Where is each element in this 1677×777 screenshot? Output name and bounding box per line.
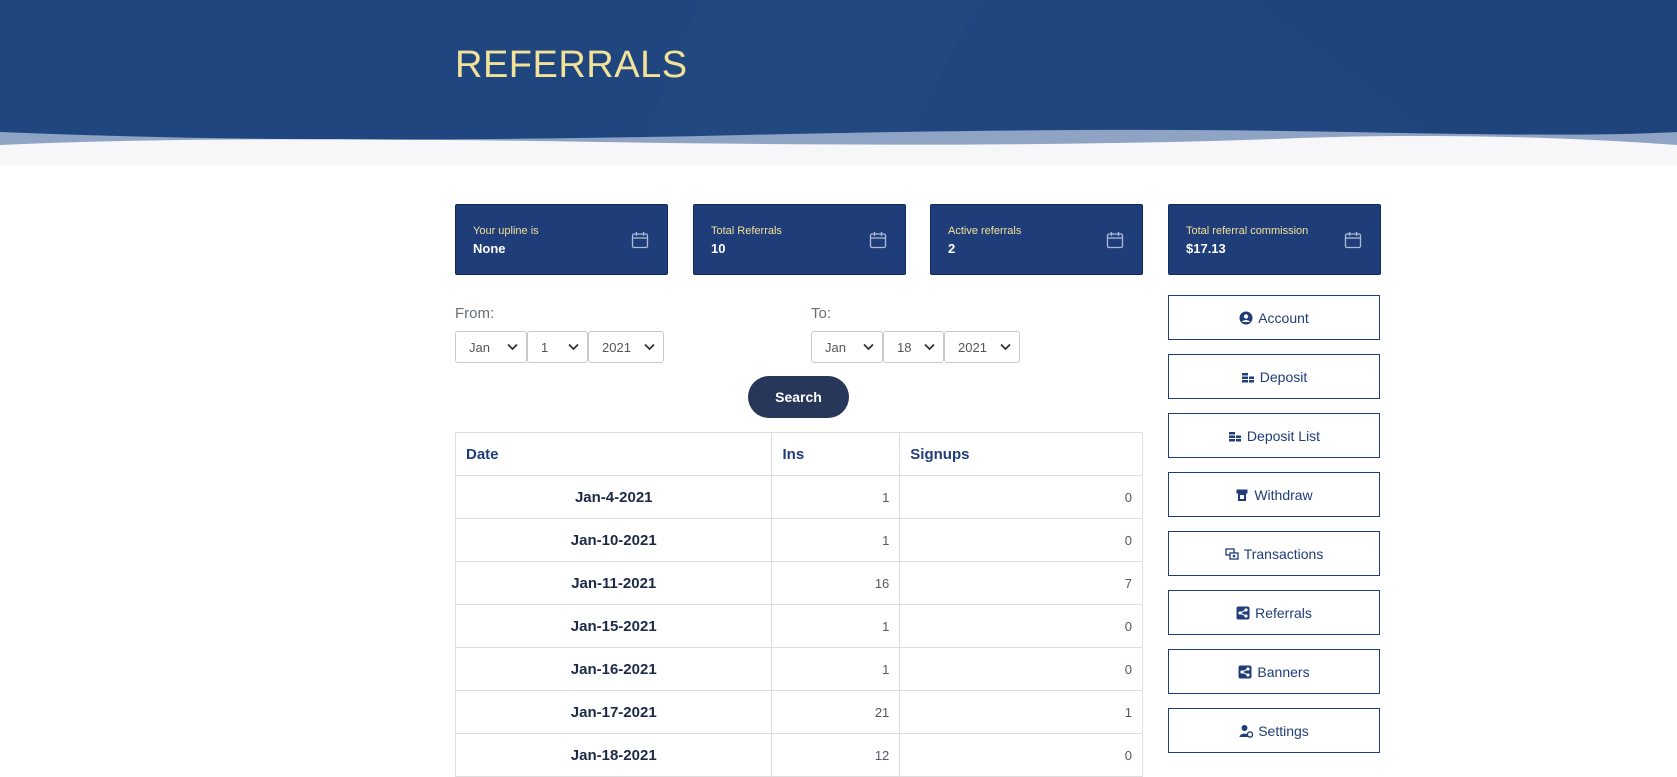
select-value: Jan	[825, 340, 846, 355]
nav-label: Deposit List	[1246, 427, 1321, 444]
cell-signups: 0	[899, 475, 1143, 519]
cell-signups: 1	[899, 690, 1143, 734]
nav-label: Withdraw	[1254, 486, 1313, 503]
nav-settings-button[interactable]: Settings	[1168, 708, 1380, 753]
column-header-ins: Ins	[771, 432, 901, 476]
select-value: 1	[541, 340, 549, 355]
to-month-select[interactable]: Jan	[811, 331, 883, 363]
table-row: Jan-11-2021 16 7	[454, 561, 1143, 605]
cell-date: Jan-11-2021	[454, 561, 773, 605]
table-row: Jan-16-2021 1 0	[454, 647, 1143, 691]
from-day-select[interactable]: 1	[527, 331, 588, 363]
nav-label: Deposit	[1259, 368, 1308, 385]
to-day-select[interactable]: 18	[883, 331, 944, 363]
chevron-down-icon	[644, 343, 655, 351]
search-button[interactable]: Search	[748, 376, 849, 418]
share-icon	[1236, 606, 1250, 619]
stat-label: Your upline is	[473, 225, 539, 237]
stat-label: Active referrals	[948, 225, 1022, 237]
referrals-table: Date Ins Signups Jan-4-2021 1 0 Jan-10-2…	[454, 432, 1143, 777]
select-value: 2021	[602, 340, 631, 355]
stat-card-active-referrals: Active referrals 2	[930, 204, 1143, 275]
cell-signups: 0	[899, 604, 1143, 648]
cell-ins: 21	[771, 690, 901, 734]
table-row: Jan-17-2021 21 1	[454, 690, 1143, 734]
user-gear-icon	[1239, 724, 1254, 738]
stat-label: Total referral commission	[1186, 225, 1309, 237]
cell-date: Jan-4-2021	[454, 475, 773, 519]
stat-value: 2	[948, 241, 956, 256]
nav-deposit-button[interactable]: Deposit	[1168, 354, 1380, 399]
cell-ins: 1	[771, 604, 901, 648]
cell-ins: 12	[771, 733, 901, 777]
coins-icon	[1241, 372, 1254, 382]
to-label: To:	[811, 305, 832, 322]
table-row: Jan-10-2021 1 0	[454, 518, 1143, 562]
stat-value: None	[473, 241, 506, 256]
cell-date: Jan-10-2021	[454, 518, 773, 562]
nav-transactions-button[interactable]: Transactions	[1168, 531, 1380, 576]
cell-ins: 16	[771, 561, 901, 605]
nav-label: Referrals	[1255, 604, 1312, 621]
from-year-select[interactable]: 2021	[588, 331, 664, 363]
calendar-icon	[869, 232, 887, 249]
stat-card-upline: Your upline is None	[455, 204, 668, 275]
table-row: Jan-15-2021 1 0	[454, 604, 1143, 648]
cell-signups: 0	[899, 518, 1143, 562]
nav-label: Transactions	[1243, 545, 1324, 562]
coins-icon	[1228, 431, 1241, 441]
page-header: REFERRALS	[0, 0, 1677, 165]
cell-signups: 0	[899, 733, 1143, 777]
select-value: Jan	[469, 340, 490, 355]
stat-value: 10	[711, 241, 726, 256]
table-row: Jan-18-2021 12 0	[454, 733, 1143, 777]
nav-banners-button[interactable]: Banners	[1168, 649, 1380, 694]
nav-account-button[interactable]: Account	[1168, 295, 1380, 340]
column-header-date: Date	[454, 432, 773, 476]
stat-value: $17.13	[1186, 241, 1226, 256]
page-title: REFERRALS	[455, 44, 688, 86]
from-month-select[interactable]: Jan	[455, 331, 527, 363]
nav-deposit-list-button[interactable]: Deposit List	[1168, 413, 1380, 458]
select-value: 2021	[958, 340, 987, 355]
select-value: 18	[897, 340, 912, 355]
chevron-down-icon	[1000, 343, 1011, 351]
calendar-icon	[1106, 232, 1124, 249]
chevron-down-icon	[863, 343, 874, 351]
cell-date: Jan-18-2021	[454, 733, 773, 777]
calendar-icon	[631, 232, 649, 249]
nav-referrals-button[interactable]: Referrals	[1168, 590, 1380, 635]
chevron-down-icon	[568, 343, 579, 351]
nav-label: Banners	[1257, 663, 1310, 680]
cell-ins: 1	[771, 475, 901, 519]
exchange-icon	[1225, 547, 1239, 560]
chevron-down-icon	[507, 343, 518, 351]
calendar-icon	[1344, 232, 1362, 249]
stat-card-commission: Total referral commission $17.13	[1168, 204, 1381, 275]
cell-date: Jan-15-2021	[454, 604, 773, 648]
share-icon	[1238, 665, 1252, 678]
nav-label: Account	[1258, 309, 1309, 326]
stat-card-total-referrals: Total Referrals 10	[693, 204, 906, 275]
nav-withdraw-button[interactable]: Withdraw	[1168, 472, 1380, 517]
cell-ins: 1	[771, 647, 901, 691]
to-year-select[interactable]: 2021	[944, 331, 1020, 363]
table-header-row: Date Ins Signups	[454, 432, 1143, 476]
cell-ins: 1	[771, 518, 901, 562]
cell-date: Jan-16-2021	[454, 647, 773, 691]
cell-signups: 7	[899, 561, 1143, 605]
user-icon	[1239, 311, 1253, 324]
cell-date: Jan-17-2021	[454, 690, 773, 734]
stat-label: Total Referrals	[711, 225, 782, 237]
from-label: From:	[455, 305, 495, 322]
cell-signups: 0	[899, 647, 1143, 691]
column-header-signups: Signups	[899, 432, 1143, 476]
nav-label: Settings	[1258, 722, 1309, 739]
header-wave-background	[0, 0, 1677, 165]
atm-icon	[1236, 489, 1248, 501]
table-row: Jan-4-2021 1 0	[454, 475, 1143, 519]
chevron-down-icon	[924, 343, 935, 351]
